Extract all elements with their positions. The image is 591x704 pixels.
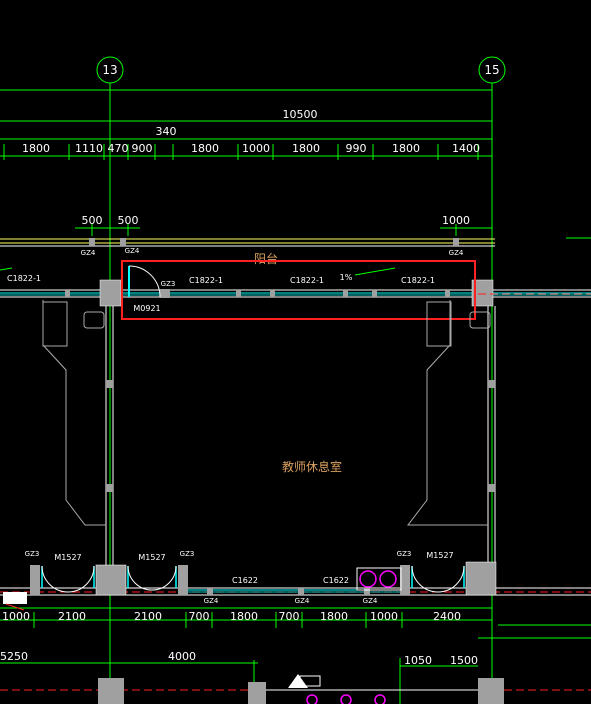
axis-13-label: 13 [102,63,117,77]
dim-sub: 340 [156,125,177,138]
door-top-label: M0921 [133,304,160,313]
dim-bottom2-0: 5250 [0,650,28,663]
dim-bottom-4: 1800 [230,610,258,623]
slope-label: 1% [340,273,353,282]
dim-mid-0: 500 [82,214,103,227]
window-bottom-0: C1622 [232,576,258,585]
door-bottom-1: M1527 [138,553,165,562]
window-top-3: C1822-1 [401,276,435,285]
dim-mid-2: 1000 [442,214,470,227]
dim-bottom-8: 2400 [433,610,461,623]
balcony-label: 阳台 [254,251,278,266]
tag-gz4-bottom-a: GZ4 [204,597,219,605]
cad-drawing: 13 15 10500 340 1800 1110 470 900 1800 1… [0,0,591,704]
dim-bottom-1: 2100 [58,610,86,623]
window-top-0: C1822-1 [7,274,41,283]
dim-top-8: 1800 [392,142,420,155]
tag-gz3-top: GZ3 [161,280,176,288]
dim-bottom-5: 700 [279,610,300,623]
dim-bottom2-1: 4000 [168,650,196,663]
dim-total: 10500 [283,108,318,121]
tag-gz3-bottom-a: GZ3 [25,550,40,558]
dim-top-5: 1000 [242,142,270,155]
dim-bottom-3: 700 [189,610,210,623]
dim-top-2: 470 [108,142,129,155]
tag-gz4-a: GZ4 [81,249,96,257]
window-top-2: C1822-1 [290,276,324,285]
dim-top-0: 1800 [22,142,50,155]
dim-top-6: 1800 [292,142,320,155]
tag-gz4-bottom-b: GZ4 [295,597,310,605]
tag-gz4-bottom-c: GZ4 [363,597,378,605]
tag-gz3-bottom-b: GZ3 [180,550,195,558]
dim-mid-1: 500 [118,214,139,227]
door-bottom-2: M1527 [426,551,453,560]
dim-top-9: 1400 [452,142,480,155]
window-bottom-1: C1622 [323,576,349,585]
dim-top-3: 900 [132,142,153,155]
dim-top-1: 1110 [75,142,103,155]
dim-bottom-2: 2100 [134,610,162,623]
dim-bottom2-3: 1500 [450,654,478,667]
room-label: 教师休息室 [282,459,342,474]
dim-bottom2-2: 1050 [404,654,432,667]
dim-bottom-7: 1000 [370,610,398,623]
dim-bottom-6: 1800 [320,610,348,623]
tag-gz3-bottom-c: GZ3 [397,550,412,558]
axis-15-label: 15 [484,63,499,77]
window-top-1: C1822-1 [189,276,223,285]
tag-gz4-b: GZ4 [125,247,140,255]
dim-top-4: 1800 [191,142,219,155]
dim-top-7: 990 [346,142,367,155]
door-bottom-0: M1527 [54,553,81,562]
tag-gz4-c: GZ4 [449,249,464,257]
dim-bottom-0: 1000 [2,610,30,623]
